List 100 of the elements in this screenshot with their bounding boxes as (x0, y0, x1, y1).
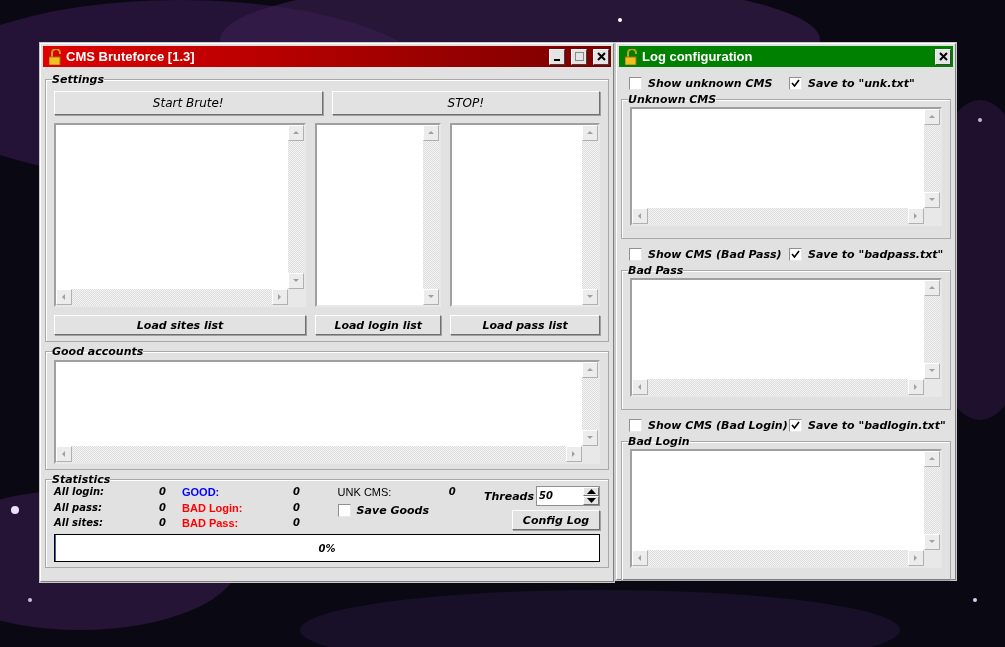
group-label: Statistics (52, 473, 111, 486)
load-button[interactable]: Load pass list (450, 315, 600, 335)
horizontal-scrollbar[interactable] (632, 208, 924, 224)
scroll-up-button[interactable] (423, 125, 440, 141)
stat-value: 0 (292, 501, 300, 515)
checkbox[interactable] (629, 248, 642, 261)
vertical-scrollbar[interactable] (924, 280, 940, 379)
checkbox-label: Show unknown CMS (648, 77, 773, 90)
horizontal-scrollbar[interactable] (56, 446, 582, 462)
stat-value: 0 (158, 501, 166, 515)
scroll-right-button[interactable] (272, 289, 289, 305)
start-button[interactable]: Start Brute! (54, 91, 323, 115)
scroll-up-button[interactable] (582, 125, 598, 141)
checkbox-label: Save to "unk.txt" (808, 77, 915, 90)
stat-value: 0 (158, 517, 166, 530)
group-label: Settings (52, 73, 104, 86)
scroll-down-button[interactable] (924, 363, 940, 379)
scroll-down-button[interactable] (582, 430, 598, 446)
vertical-scrollbar[interactable] (924, 451, 940, 550)
scrollbar-corner (924, 379, 940, 395)
scroll-left-button[interactable] (632, 208, 648, 224)
arrow-up-icon (928, 455, 936, 463)
scroll-up-button[interactable] (924, 451, 940, 467)
scroll-down-button[interactable] (423, 289, 440, 305)
vertical-scrollbar[interactable] (582, 362, 598, 446)
checkbox-label: Save to "badpass.txt" (808, 248, 944, 261)
load-button[interactable]: Load login list (315, 315, 442, 335)
scroll-left-button[interactable] (632, 379, 648, 395)
checkbox-label: Save Goods (356, 504, 429, 517)
load-button[interactable]: Load sites list (54, 315, 307, 335)
text-area[interactable] (54, 360, 600, 464)
checkmark-icon (791, 79, 800, 88)
scroll-down-button[interactable] (582, 289, 598, 305)
spin-down-button[interactable] (583, 496, 599, 505)
spin-up-button[interactable] (583, 487, 599, 496)
scroll-right-button[interactable] (908, 550, 924, 566)
checkbox[interactable] (789, 419, 802, 432)
group-label: Unknown CMS (628, 93, 717, 106)
text-area[interactable] (450, 123, 600, 307)
checkbox[interactable] (789, 77, 802, 90)
arrow-up-icon (586, 129, 594, 137)
vertical-scrollbar[interactable] (423, 125, 440, 305)
arrow-right-icon (912, 383, 920, 391)
scrollbar-corner (582, 446, 598, 462)
scroll-right-button[interactable] (908, 379, 924, 395)
stat-value: 0 (292, 517, 300, 530)
arrow-left-icon (636, 383, 644, 391)
checkmark-icon (791, 421, 800, 430)
checkbox[interactable] (337, 504, 351, 517)
checkbox[interactable] (629, 419, 642, 432)
text-area[interactable] (630, 107, 942, 226)
config-log-button[interactable]: Config Log (512, 510, 600, 530)
arrow-right-icon (912, 212, 920, 220)
maximize-button[interactable] (571, 48, 587, 65)
scroll-left-button[interactable] (632, 550, 648, 566)
vertical-scrollbar[interactable] (924, 109, 940, 208)
arrow-down-icon (292, 277, 301, 285)
close-button[interactable] (935, 48, 951, 65)
stat-label: All pass: (54, 501, 103, 515)
scrollbar-corner (924, 208, 940, 224)
scroll-down-button[interactable] (924, 192, 940, 208)
minimize-icon (554, 59, 560, 61)
scroll-up-button[interactable] (924, 109, 940, 125)
text-area[interactable] (315, 123, 442, 307)
arrow-down-icon (928, 196, 936, 204)
horizontal-scrollbar[interactable] (632, 550, 924, 566)
horizontal-scrollbar[interactable] (56, 289, 289, 305)
scroll-up-button[interactable] (924, 280, 940, 296)
scroll-right-button[interactable] (908, 208, 924, 224)
checkbox[interactable] (789, 248, 802, 261)
text-area[interactable] (630, 278, 942, 397)
vertical-scrollbar[interactable] (288, 125, 305, 289)
scroll-right-button[interactable] (566, 446, 582, 462)
minimize-button[interactable] (549, 48, 565, 65)
scrollbar-corner (288, 289, 305, 305)
horizontal-scrollbar[interactable] (632, 379, 924, 395)
scroll-left-button[interactable] (56, 446, 72, 462)
text-area[interactable] (630, 449, 942, 568)
arrow-down-icon (586, 293, 594, 301)
arrow-down-icon (586, 498, 596, 503)
scroll-down-button[interactable] (924, 534, 940, 550)
stat-label: BAD Pass: (181, 517, 240, 530)
text-area[interactable] (54, 123, 307, 307)
arrow-up-icon (586, 366, 594, 374)
checkbox[interactable] (629, 77, 642, 90)
arrow-down-icon (427, 293, 436, 301)
scroll-up-button[interactable] (582, 362, 598, 378)
scroll-down-button[interactable] (288, 273, 305, 289)
arrow-left-icon (636, 554, 644, 562)
padlock-icon (625, 48, 637, 65)
spin-field[interactable]: 50 (536, 486, 600, 506)
arrow-up-icon (928, 113, 936, 121)
checkbox-label: Show CMS (Bad Login) (648, 419, 788, 432)
close-button[interactable] (593, 48, 609, 65)
arrow-up-icon (928, 284, 936, 292)
stat-label: GOOD: (181, 486, 221, 499)
vertical-scrollbar[interactable] (582, 125, 598, 305)
stop-button[interactable]: STOP! (331, 91, 600, 115)
scroll-up-button[interactable] (288, 125, 305, 141)
scroll-left-button[interactable] (56, 289, 72, 305)
